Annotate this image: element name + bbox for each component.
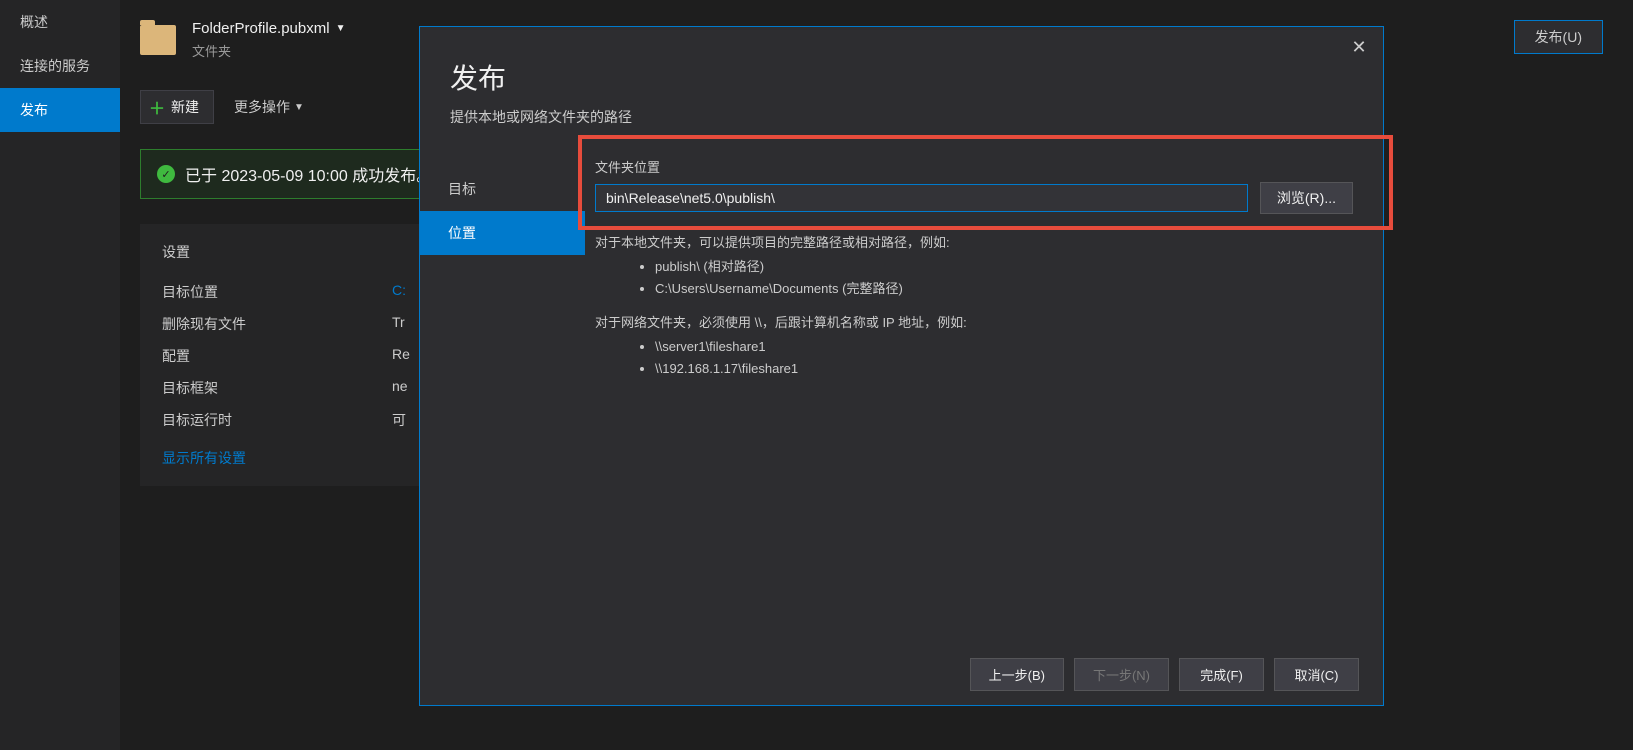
cancel-button[interactable]: 取消(C) — [1274, 658, 1359, 691]
settings-value: Tr — [392, 314, 405, 334]
more-actions-label: 更多操作 — [234, 97, 290, 117]
help-local-list: publish\ (相对路径) C:\Users\Username\Docume… — [655, 256, 1353, 300]
plus-icon: ＋ — [149, 95, 165, 119]
help-text: 对于本地文件夹，可以提供项目的完整路径或相对路径，例如: publish\ (相… — [595, 232, 1353, 381]
help-local-ex1: publish\ (相对路径) — [655, 256, 1353, 278]
settings-label: 目标框架 — [162, 378, 392, 398]
help-local-ex2: C:\Users\Username\Documents (完整路径) — [655, 278, 1353, 300]
chevron-down-icon: ▼ — [336, 23, 346, 34]
settings-value: ne — [392, 378, 408, 398]
back-button[interactable]: 上一步(B) — [970, 658, 1064, 691]
close-button[interactable]: ✕ — [1347, 37, 1371, 61]
dialog-header: 发布 提供本地或网络文件夹的路径 — [420, 27, 1383, 137]
left-sidebar: 概述 连接的服务 发布 — [0, 0, 120, 750]
settings-value: 可 — [392, 410, 406, 430]
next-button: 下一步(N) — [1074, 658, 1169, 691]
help-net-intro: 对于网络文件夹，必须使用 \\，后跟计算机名称或 IP 地址，例如: — [595, 312, 1353, 334]
dialog-nav: 目标 位置 — [420, 157, 585, 644]
finish-button[interactable]: 完成(F) — [1179, 658, 1264, 691]
close-icon: ✕ — [1351, 37, 1366, 57]
dialog-footer: 上一步(B) 下一步(N) 完成(F) 取消(C) — [420, 644, 1383, 705]
publish-dialog: ✕ 发布 提供本地或网络文件夹的路径 目标 位置 文件夹位置 浏览(R)... … — [419, 26, 1384, 706]
folder-path-input[interactable] — [595, 184, 1248, 212]
folder-icon — [140, 25, 176, 55]
new-button-label: 新建 — [171, 97, 199, 117]
sidebar-item-publish[interactable]: 发布 — [0, 88, 120, 132]
profile-name-dropdown[interactable]: FolderProfile.pubxml ▼ — [192, 20, 345, 37]
status-message: 已于 2023-05-09 10:00 成功发布。 — [185, 162, 432, 186]
dialog-nav-target[interactable]: 目标 — [420, 167, 585, 211]
publish-button-bg[interactable]: 发布(U) — [1514, 20, 1603, 54]
settings-label: 目标运行时 — [162, 410, 392, 430]
browse-button[interactable]: 浏览(R)... — [1260, 182, 1353, 214]
profile-type: 文件夹 — [192, 41, 345, 60]
dialog-subtitle: 提供本地或网络文件夹的路径 — [450, 107, 1353, 127]
dialog-content: 文件夹位置 浏览(R)... 对于本地文件夹，可以提供项目的完整路径或相对路径，… — [585, 157, 1383, 644]
location-input-row: 浏览(R)... — [595, 182, 1353, 214]
settings-label: 目标位置 — [162, 282, 392, 302]
dialog-body: 目标 位置 文件夹位置 浏览(R)... 对于本地文件夹，可以提供项目的完整路径… — [420, 157, 1383, 644]
settings-label: 删除现有文件 — [162, 314, 392, 334]
help-net-ex1: \\server1\fileshare1 — [655, 336, 1353, 358]
chevron-down-icon: ▼ — [294, 102, 304, 113]
publish-button-label: 发布(U) — [1535, 29, 1582, 45]
settings-value: Re — [392, 346, 410, 366]
help-net-list: \\server1\fileshare1 \\192.168.1.17\file… — [655, 336, 1353, 380]
profile-name-text: FolderProfile.pubxml — [192, 20, 330, 37]
profile-info: FolderProfile.pubxml ▼ 文件夹 — [192, 20, 345, 60]
dialog-title: 发布 — [450, 57, 1353, 97]
help-net-ex2: \\192.168.1.17\fileshare1 — [655, 358, 1353, 380]
sidebar-item-connected-services[interactable]: 连接的服务 — [0, 44, 120, 88]
check-icon: ✓ — [157, 165, 175, 183]
folder-location-label: 文件夹位置 — [595, 157, 1353, 176]
new-button[interactable]: ＋ 新建 — [140, 90, 214, 124]
settings-label: 配置 — [162, 346, 392, 366]
sidebar-item-overview[interactable]: 概述 — [0, 0, 120, 44]
dialog-nav-location[interactable]: 位置 — [420, 211, 585, 255]
settings-value[interactable]: C: — [392, 282, 406, 302]
more-actions-dropdown[interactable]: 更多操作 ▼ — [234, 97, 304, 117]
help-local-intro: 对于本地文件夹，可以提供项目的完整路径或相对路径，例如: — [595, 232, 1353, 254]
